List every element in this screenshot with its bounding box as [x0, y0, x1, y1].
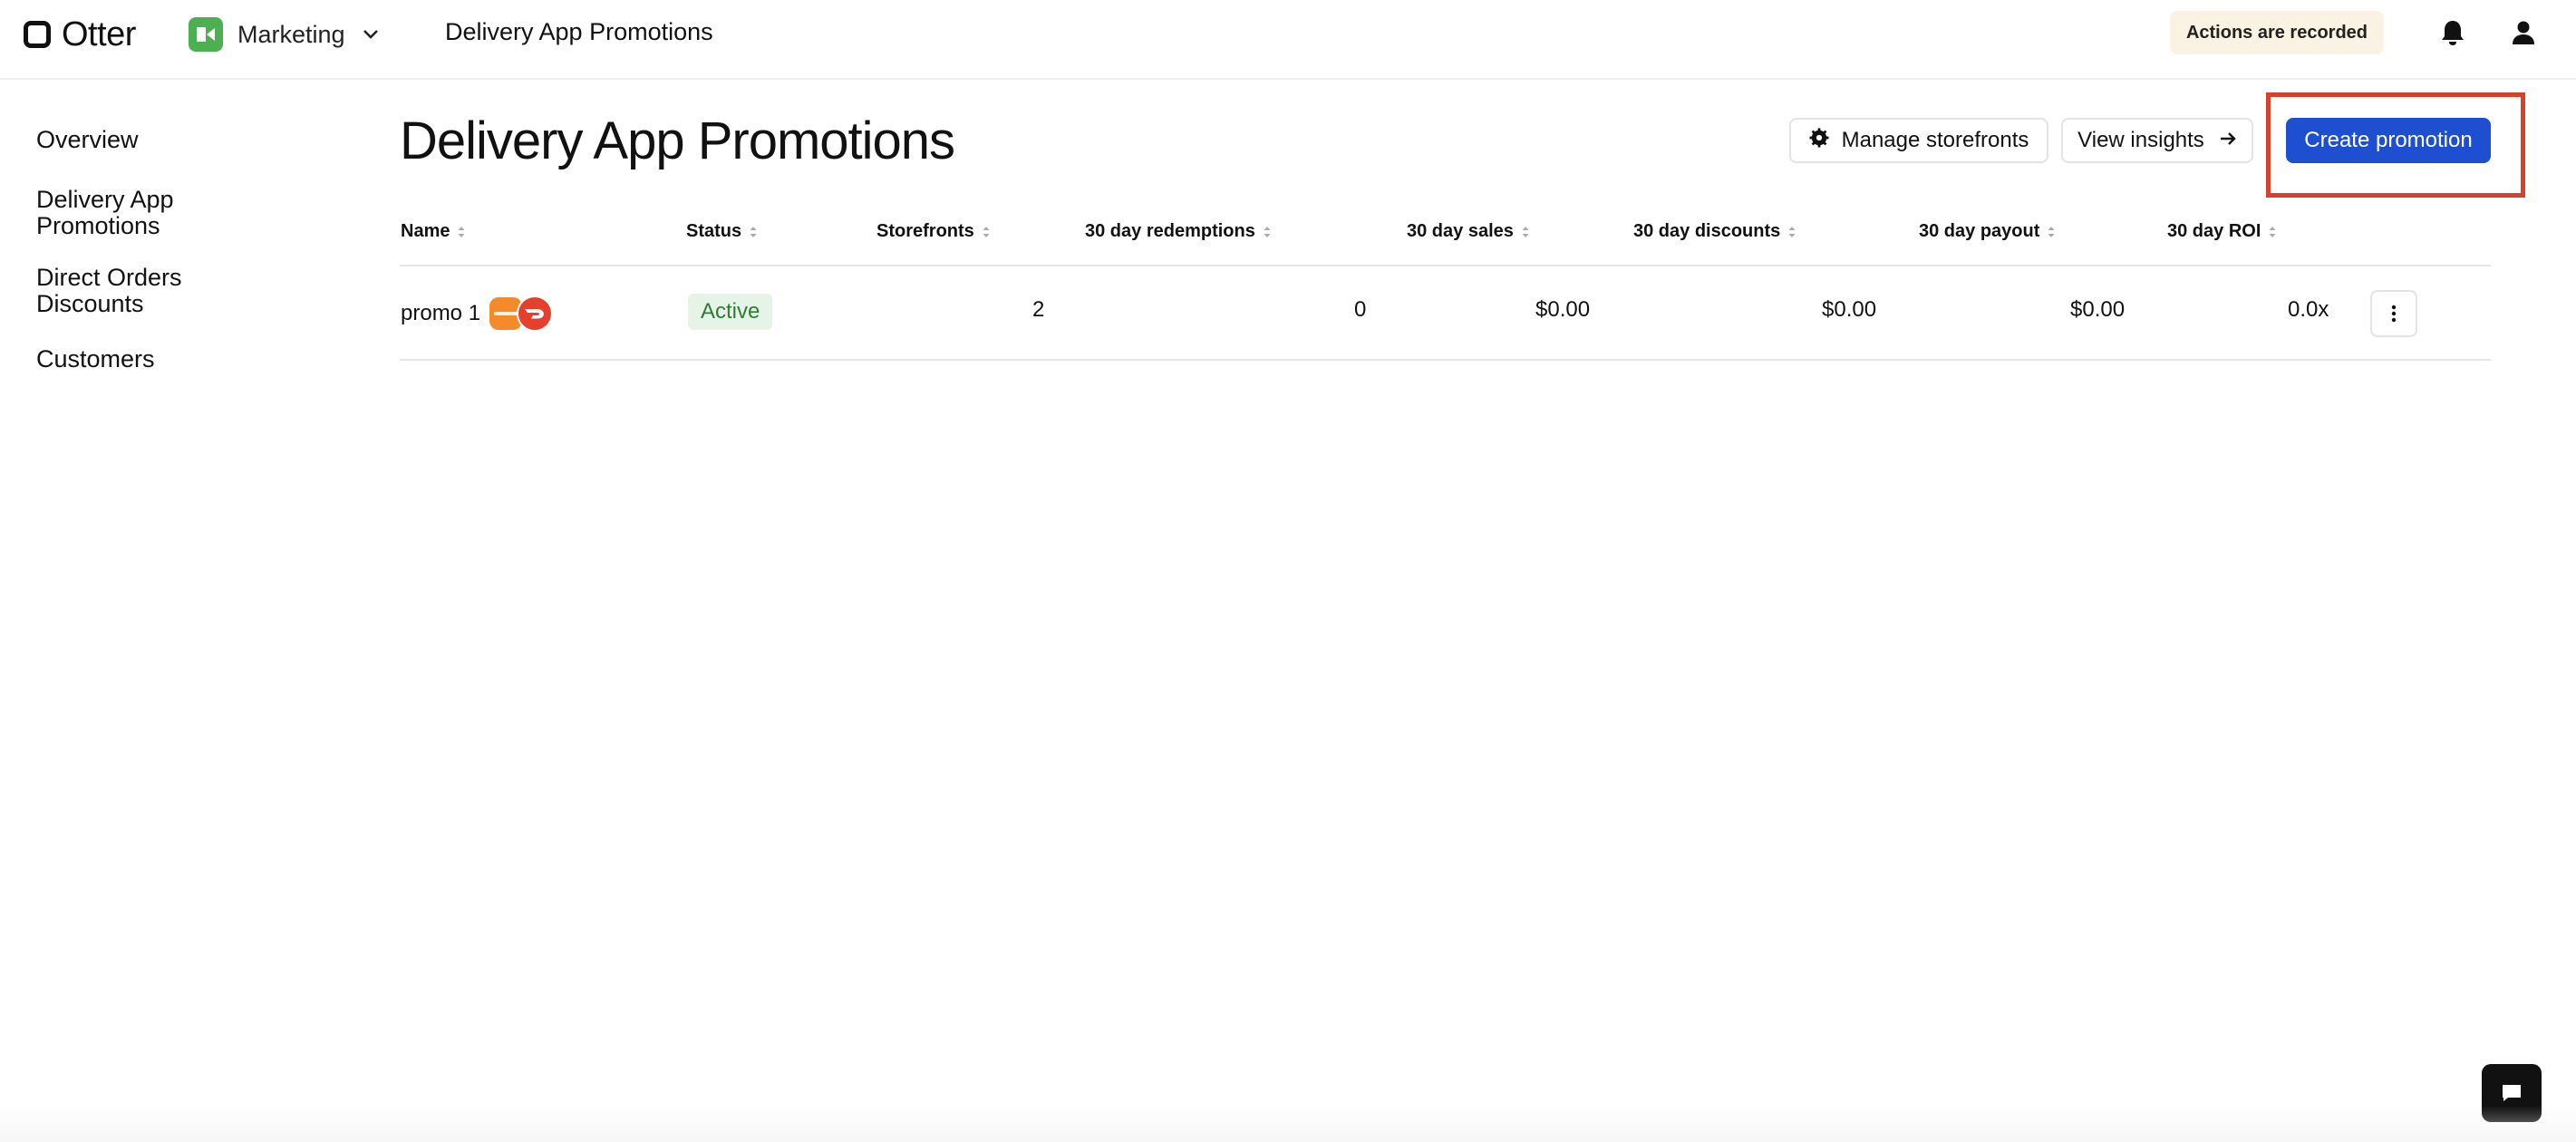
sidebar-item-delivery-app-promotions[interactable]: Delivery App Promotions	[36, 187, 174, 239]
create-promotion-button[interactable]: Create promotion	[2286, 118, 2491, 163]
sort-icon	[750, 226, 757, 237]
sort-icon	[1522, 226, 1529, 237]
sidebar-item-direct-orders-discounts[interactable]: Direct Orders Discounts	[36, 265, 182, 317]
column-header-redemptions[interactable]: 30 day redemptions	[1085, 221, 1272, 242]
row-actions-button[interactable]	[2370, 290, 2417, 337]
discounts-cell: $0.00	[1822, 297, 1877, 322]
sidebar-item-overview[interactable]: Overview	[36, 127, 139, 153]
chevron-down-icon	[360, 24, 382, 45]
arrow-right-icon	[2219, 128, 2237, 153]
table-row[interactable]: promo 1 Active 2 0 $0.00 $0.00 $0.00 0.0…	[400, 266, 2491, 361]
storefront-badges	[489, 295, 554, 332]
column-label: 30 day ROI	[2167, 221, 2261, 241]
workspace-switcher[interactable]: Marketing	[189, 16, 382, 53]
sort-icon	[458, 226, 465, 237]
column-header-storefronts[interactable]: Storefronts	[876, 221, 991, 242]
bell-icon[interactable]	[2433, 13, 2473, 53]
gear-icon	[1809, 127, 1829, 154]
actions-recorded-badge: Actions are recorded	[2170, 11, 2384, 54]
sort-icon	[1788, 226, 1796, 237]
status-badge: Active	[688, 294, 773, 330]
otter-logo[interactable]: Otter	[24, 15, 136, 53]
promo-name: promo 1	[401, 301, 481, 325]
column-label: Status	[686, 221, 742, 241]
marketing-workspace-icon	[189, 17, 223, 52]
column-label: 30 day payout	[1919, 221, 2040, 241]
sort-icon	[2269, 226, 2276, 237]
payout-cell: $0.00	[2070, 297, 2126, 322]
roi-cell: 0.0x	[2288, 297, 2329, 322]
logo-text: Otter	[62, 15, 136, 53]
column-label: 30 day sales	[1407, 221, 1514, 241]
column-header-roi[interactable]: 30 day ROI	[2167, 221, 2277, 242]
manage-storefronts-button[interactable]: Manage storefronts	[1789, 118, 2048, 163]
top-bar: Otter Marketing Delivery App Promotions …	[0, 0, 2576, 80]
column-header-status[interactable]: Status	[686, 221, 758, 242]
user-icon[interactable]	[2503, 13, 2543, 53]
page-title: Delivery App Promotions	[400, 111, 955, 170]
column-label: 30 day discounts	[1633, 221, 1781, 241]
workspace-label: Marketing	[237, 20, 345, 48]
manage-storefronts-label: Manage storefronts	[1841, 128, 2029, 152]
column-label: Storefronts	[876, 221, 974, 241]
column-label: Name	[401, 221, 450, 241]
redemptions-cell: 0	[1354, 297, 1367, 322]
sort-icon	[1264, 226, 1271, 237]
sidebar-item-label: Delivery App	[36, 186, 174, 213]
chat-icon	[2503, 1085, 2521, 1101]
column-header-payout[interactable]: 30 day payout	[1919, 221, 2056, 242]
column-header-name[interactable]: Name	[401, 221, 466, 242]
sidebar-item-label: Direct Orders	[36, 264, 182, 291]
view-insights-button[interactable]: View insights	[2061, 118, 2253, 163]
bottom-fade	[0, 1106, 2576, 1142]
header-page-title: Delivery App Promotions	[445, 18, 713, 45]
table-header: Name Status Storefronts 30 day redemptio…	[400, 212, 2491, 266]
storefronts-cell: 2	[1032, 297, 1045, 322]
sort-icon	[983, 226, 990, 237]
sort-icon	[2048, 226, 2055, 237]
column-header-sales[interactable]: 30 day sales	[1407, 221, 1530, 242]
promo-name-cell: promo 1	[401, 295, 554, 332]
column-header-discounts[interactable]: 30 day discounts	[1633, 221, 1796, 242]
view-insights-label: View insights	[2077, 128, 2204, 152]
doordash-logo-icon	[517, 295, 554, 332]
sidebar-item-label: Promotions	[36, 212, 160, 239]
otter-logo-icon	[24, 21, 51, 48]
column-label: 30 day redemptions	[1085, 221, 1255, 241]
sales-cell: $0.00	[1535, 297, 1591, 322]
sidebar-item-customers[interactable]: Customers	[36, 346, 155, 373]
kebab-menu-icon	[2391, 305, 2397, 323]
sidebar-item-label: Discounts	[36, 290, 144, 317]
